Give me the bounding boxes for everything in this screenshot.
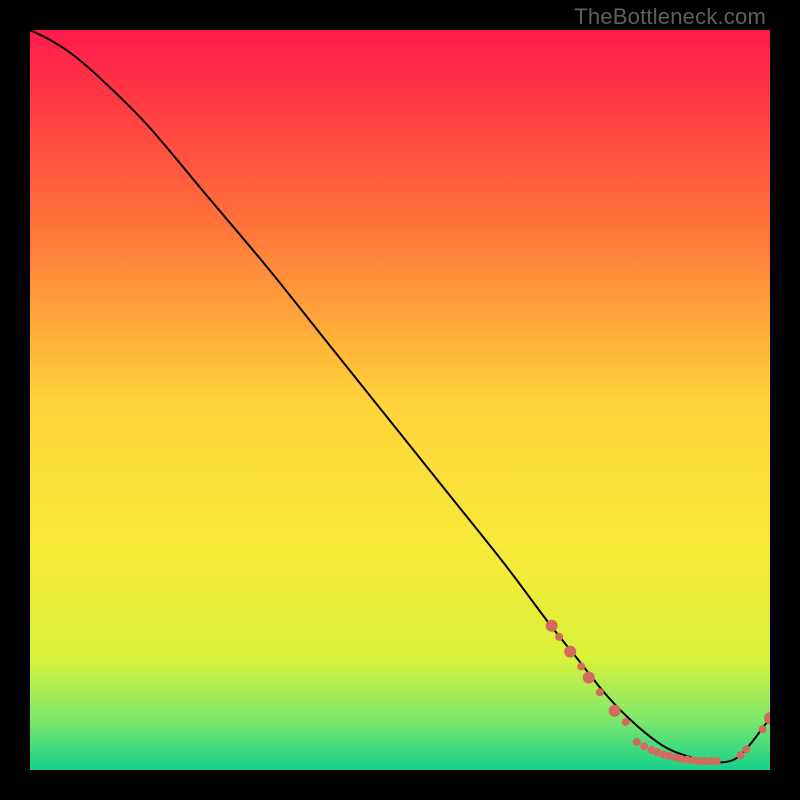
data-marker [596,688,604,696]
data-marker [742,745,750,753]
chart-background [30,30,770,770]
data-marker [546,620,558,632]
data-marker [583,672,595,684]
data-marker [640,742,648,750]
watermark-text: TheBottleneck.com [574,4,766,30]
data-marker [633,738,641,746]
data-marker [622,718,630,726]
bottleneck-chart [30,30,770,770]
data-marker [555,633,563,641]
data-marker [609,705,621,717]
data-marker [736,751,744,759]
chart-frame [30,30,770,770]
data-marker [564,646,576,658]
data-marker [577,662,585,670]
data-marker [713,757,721,765]
data-marker [759,725,767,733]
